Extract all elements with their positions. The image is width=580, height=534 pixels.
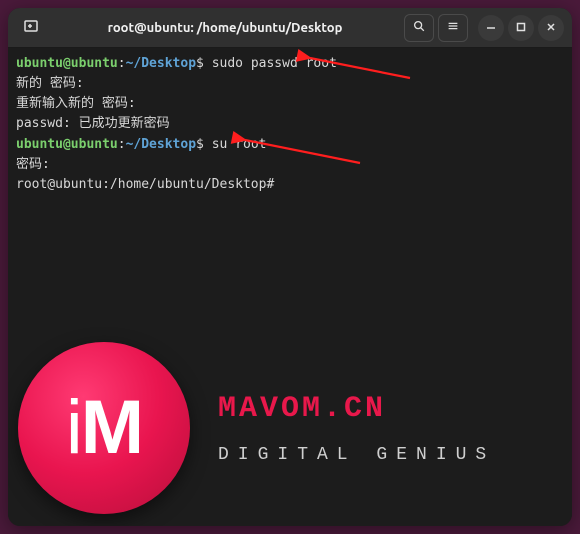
watermark-logo-circle: iM <box>18 342 190 514</box>
prompt-user: ubuntu@ubuntu <box>16 56 118 71</box>
minimize-button[interactable] <box>478 15 504 41</box>
prompt-symbol: $ <box>196 56 212 71</box>
new-tab-button[interactable] <box>16 14 46 42</box>
watermark: iM MAVOM.CN DIGITAL GENIUS <box>18 342 495 514</box>
maximize-button[interactable] <box>508 15 534 41</box>
prompt-sep: : <box>118 56 126 71</box>
search-button[interactable] <box>404 14 434 42</box>
prompt-user: ubuntu@ubuntu <box>16 137 118 152</box>
new-tab-icon <box>23 18 39 38</box>
terminal-window: root@ubuntu: /home/ubuntu/Desktop <box>8 8 572 526</box>
terminal-line: passwd: 已成功更新密码 <box>16 114 564 134</box>
menu-button[interactable] <box>438 14 468 42</box>
prompt-symbol: $ <box>196 137 212 152</box>
command-text: su root <box>212 137 267 152</box>
prompt-path: ~/Desktop <box>126 56 196 71</box>
terminal-line: ubuntu@ubuntu:~/Desktop$ su root <box>16 135 564 155</box>
search-icon <box>412 18 426 37</box>
terminal-line: 新的 密码: <box>16 74 564 94</box>
watermark-subtitle: DIGITAL GENIUS <box>218 442 495 470</box>
minimize-icon <box>485 18 497 37</box>
terminal-line: 密码: <box>16 155 564 175</box>
watermark-text: MAVOM.CN DIGITAL GENIUS <box>218 386 495 470</box>
watermark-title: MAVOM.CN <box>218 386 495 433</box>
close-button[interactable] <box>538 15 564 41</box>
prompt-sep: : <box>118 137 126 152</box>
command-text: sudo passwd root <box>212 56 337 71</box>
titlebar: root@ubuntu: /home/ubuntu/Desktop <box>8 8 572 48</box>
terminal-line: ubuntu@ubuntu:~/Desktop$ sudo passwd roo… <box>16 54 564 74</box>
prompt-path: ~/Desktop <box>126 137 196 152</box>
root-prompt-line: root@ubuntu:/home/ubuntu/Desktop# <box>16 175 564 195</box>
close-icon <box>545 18 557 37</box>
terminal-line: 重新输入新的 密码: <box>16 94 564 114</box>
window-title: root@ubuntu: /home/ubuntu/Desktop <box>48 21 402 35</box>
maximize-icon <box>515 18 527 37</box>
terminal-body[interactable]: ubuntu@ubuntu:~/Desktop$ sudo passwd roo… <box>8 48 572 526</box>
menu-icon <box>446 18 460 37</box>
watermark-logo-text: iM <box>66 369 142 487</box>
